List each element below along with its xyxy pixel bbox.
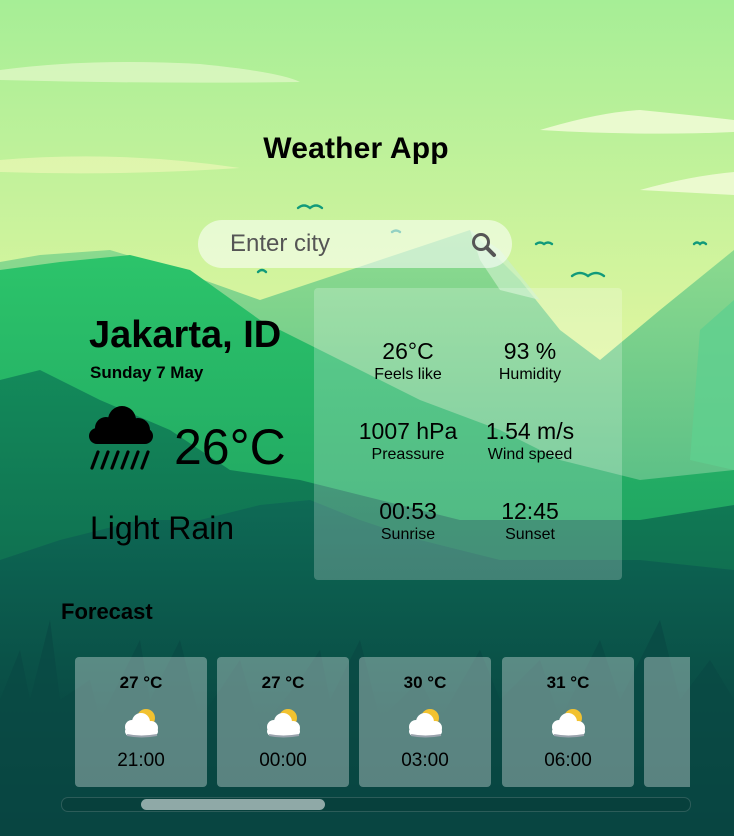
sunset-value: 12:45: [501, 498, 559, 524]
sun-behind-cloud-icon: [688, 705, 690, 739]
forecast-scrollbar[interactable]: [61, 797, 691, 812]
sunset-label: Sunset: [505, 526, 555, 543]
sun-behind-cloud-icon: [409, 709, 442, 738]
rain-cloud-icon: [89, 406, 153, 470]
forecast-temp: 27 °C: [261, 673, 305, 692]
wind-speed-stat: 1.54 m/s Wind speed: [455, 418, 605, 466]
forecast-card: 27 °C 21:00: [75, 657, 207, 787]
forecast-heading: Forecast: [61, 599, 153, 624]
forecast-carousel[interactable]: 27 °C 21:00 27 °C 00:00 30 °C 03:00 31 °…: [62, 657, 690, 787]
forecast-temp: 30 °C: [403, 673, 447, 692]
sun-behind-cloud-icon: [125, 709, 158, 738]
forecast-temp: 27 °C: [119, 673, 163, 692]
sun-behind-cloud-icon: [552, 709, 585, 738]
app-title: Weather App: [263, 132, 449, 165]
humidity-label: Humidity: [498, 366, 562, 383]
forecast-temp: 31 °C: [546, 673, 590, 692]
forecast-time: 0: [644, 750, 690, 772]
humidity-stat: 93 % Humidity: [455, 338, 605, 386]
search-bar: [198, 220, 512, 268]
forecast-card: 31 °C 06:00: [502, 657, 634, 787]
forecast-time: 06:00: [544, 750, 592, 771]
humidity-value: 93 %: [503, 338, 557, 364]
search-icon[interactable]: [470, 231, 498, 259]
sunset-stat: 12:45 Sunset: [455, 498, 605, 546]
current-date: Sunday 7 May: [90, 363, 204, 382]
forecast-temp: 3: [644, 673, 690, 693]
forecast-card: 3 0: [644, 657, 690, 787]
forecast-scrollbar-thumb[interactable]: [141, 799, 325, 810]
current-temperature: 26°C: [174, 419, 286, 475]
forecast-time: 03:00: [401, 750, 449, 771]
forecast-time: 00:00: [259, 750, 307, 771]
city-search-input[interactable]: [198, 220, 480, 268]
weather-details-panel: 26°C Feels like 93 % Humidity 1007 hPa P…: [314, 288, 622, 580]
forecast-card: 27 °C 00:00: [217, 657, 349, 787]
forecast-card: 30 °C 03:00: [359, 657, 491, 787]
wind-speed-value: 1.54 m/s: [485, 418, 575, 444]
weather-condition: Light Rain: [90, 510, 235, 546]
wind-speed-label: Wind speed: [487, 446, 573, 463]
sun-behind-cloud-icon: [267, 709, 300, 738]
forecast-time: 21:00: [117, 750, 165, 771]
city-name: Jakarta, ID: [89, 314, 282, 356]
